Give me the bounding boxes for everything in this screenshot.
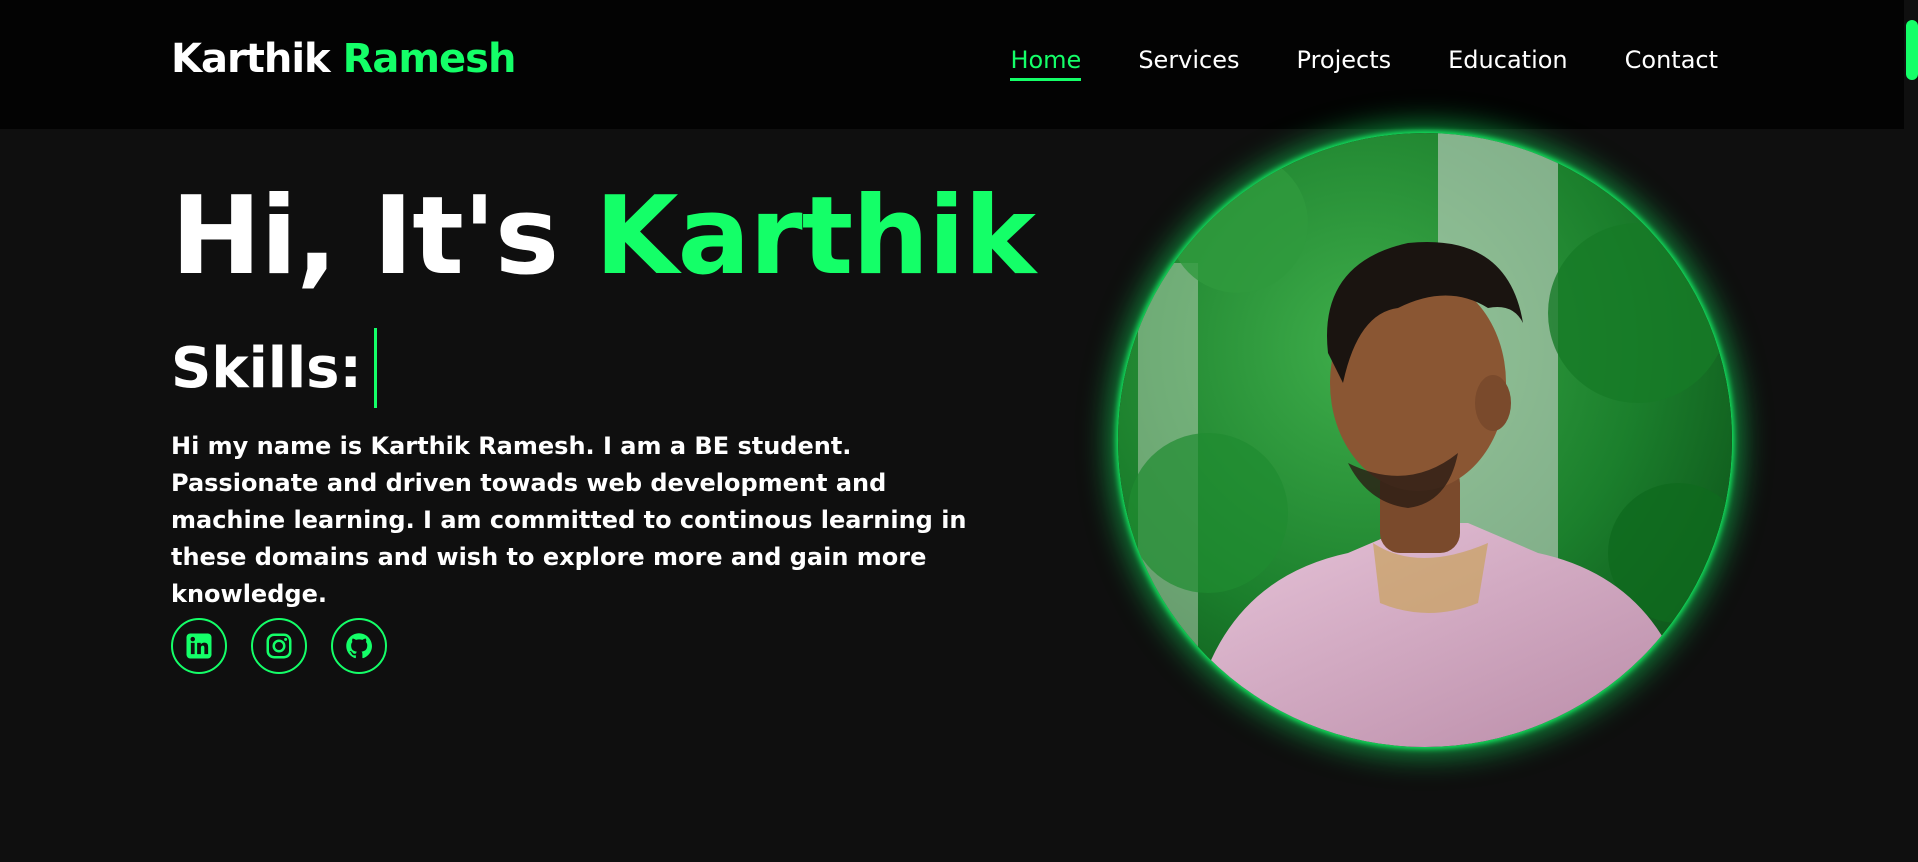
instagram-icon — [266, 633, 292, 659]
site-header: Karthik Ramesh Home Services Projects Ed… — [0, 0, 1904, 129]
skills-label: Skills: — [171, 335, 362, 401]
github-link[interactable] — [331, 618, 387, 674]
typing-cursor — [373, 328, 377, 408]
hero-title: Hi, It's Karthik — [171, 177, 1036, 297]
profile-photo — [1118, 133, 1732, 747]
logo-first-name: Karthik — [171, 36, 331, 82]
site-logo[interactable]: Karthik Ramesh — [171, 36, 517, 82]
nav-services[interactable]: Services — [1138, 46, 1239, 81]
nav-home[interactable]: Home — [1010, 46, 1082, 81]
logo-last-name: Ramesh — [342, 36, 517, 82]
main-nav: Home Services Projects Education Contact — [953, 46, 1718, 81]
github-icon — [346, 633, 372, 659]
instagram-link[interactable] — [251, 618, 307, 674]
linkedin-link[interactable] — [171, 618, 227, 674]
linkedin-icon — [186, 633, 212, 659]
skills-typing-line: Skills: — [171, 328, 377, 408]
bio-paragraph: Hi my name is Karthik Ramesh. I am a BE … — [171, 432, 967, 608]
nav-education[interactable]: Education — [1448, 46, 1567, 81]
profile-photo-illustration — [1118, 133, 1732, 747]
scrollbar-track[interactable] — [1904, 0, 1918, 862]
scrollbar-thumb[interactable] — [1906, 20, 1918, 80]
hero-greeting: Hi, It's — [171, 174, 559, 299]
social-links — [171, 618, 387, 674]
portfolio-page: Karthik Ramesh Home Services Projects Ed… — [0, 0, 1918, 862]
nav-projects[interactable]: Projects — [1297, 46, 1392, 81]
nav-contact[interactable]: Contact — [1625, 46, 1718, 81]
hero-name: Karthik — [594, 174, 1036, 299]
